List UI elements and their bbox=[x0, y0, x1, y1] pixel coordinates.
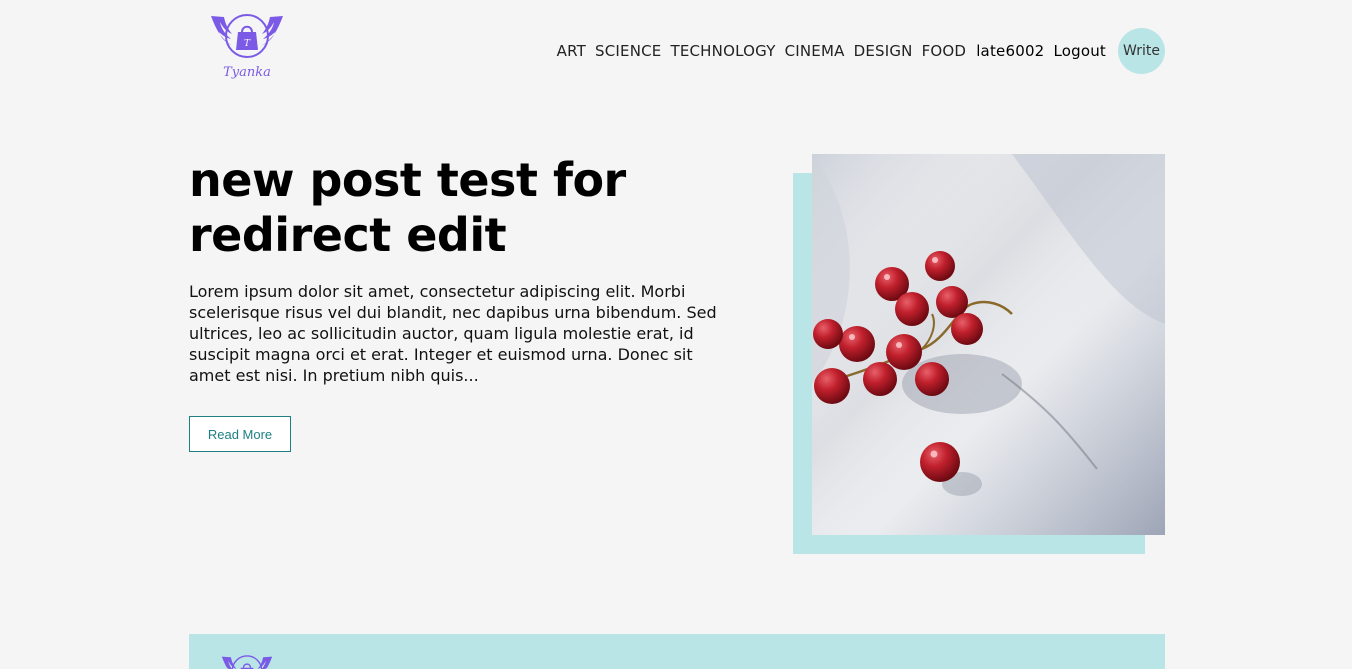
nav-username[interactable]: late6002 bbox=[976, 42, 1044, 60]
nav-link-design[interactable]: DESIGN bbox=[854, 42, 913, 60]
brand-logo[interactable]: T Tyanka bbox=[207, 12, 287, 88]
footer-logo-icon bbox=[221, 655, 273, 669]
page: T Tyanka ART SCIENCE TECHNOLOGY CINEMA D… bbox=[0, 0, 1352, 669]
post-title: new post test for redirect edit bbox=[189, 153, 626, 262]
footer bbox=[189, 634, 1165, 669]
read-more-button[interactable]: Read More bbox=[189, 416, 291, 452]
nav-link-science[interactable]: SCIENCE bbox=[595, 42, 661, 60]
post-image bbox=[812, 154, 1165, 535]
nav-link-art[interactable]: ART bbox=[557, 42, 586, 60]
post-excerpt: Lorem ipsum dolor sit amet, consectetur … bbox=[189, 282, 717, 385]
write-button[interactable]: Write bbox=[1118, 28, 1165, 74]
svg-text:T: T bbox=[244, 39, 251, 49]
brand-name: Tyanka bbox=[223, 65, 271, 80]
nav-link-food[interactable]: FOOD bbox=[922, 42, 967, 60]
logo-bag-icon: T bbox=[211, 14, 283, 58]
nav-link-technology[interactable]: TECHNOLOGY bbox=[670, 42, 775, 60]
nav-link-cinema[interactable]: CINEMA bbox=[785, 42, 845, 60]
logout-link[interactable]: Logout bbox=[1053, 42, 1106, 60]
nav-links: ART SCIENCE TECHNOLOGY CINEMA DESIGN FOO… bbox=[548, 28, 1165, 74]
navbar: T Tyanka ART SCIENCE TECHNOLOGY CINEMA D… bbox=[189, 0, 1165, 100]
grapes-photo bbox=[812, 154, 1165, 535]
